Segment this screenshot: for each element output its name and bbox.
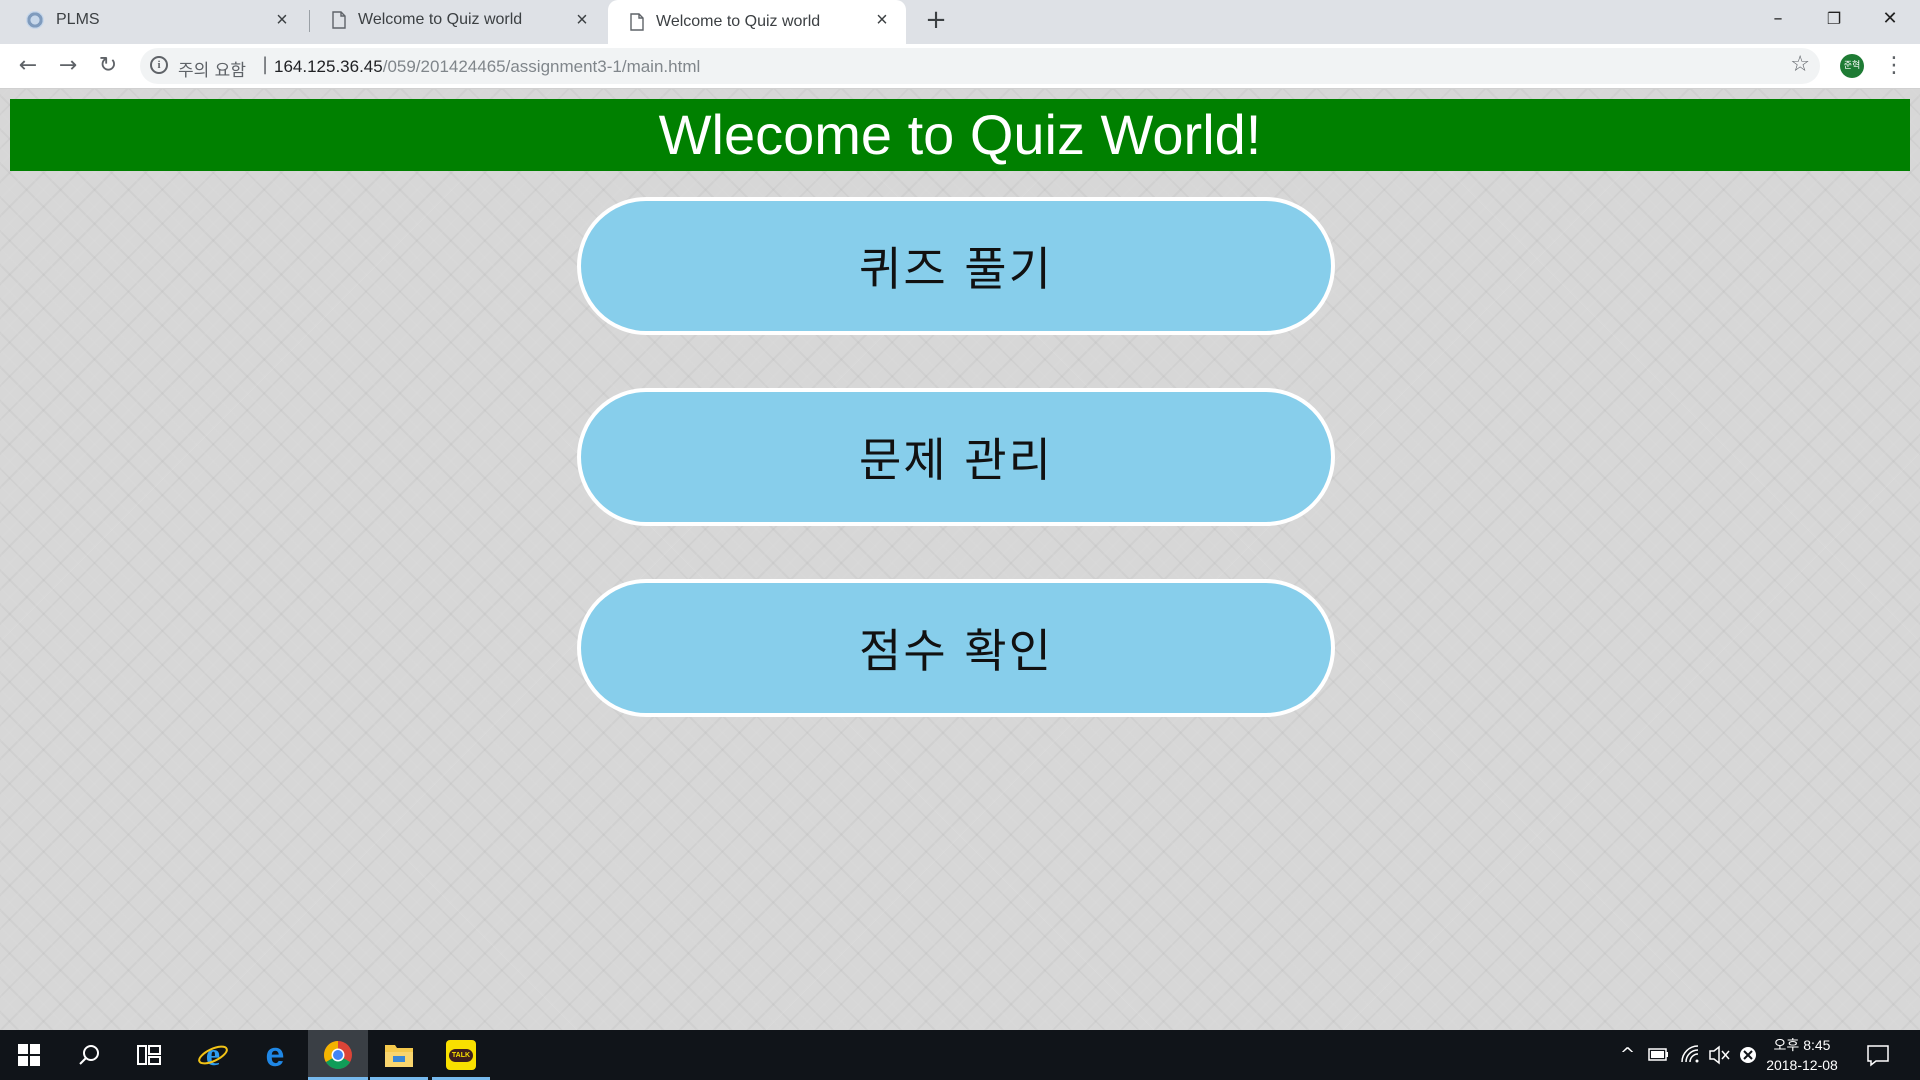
file-explorer-icon[interactable] (370, 1030, 428, 1080)
button-label: 문제 관리 (859, 433, 1053, 487)
browser-toolbar: ← → ↻ i 주의 요함 | 164.125.36.45/059/201424… (0, 44, 1920, 89)
search-icon[interactable] (60, 1030, 118, 1080)
url-text[interactable]: 164.125.36.45/059/201424465/assignment3-… (274, 57, 700, 77)
minimize-button[interactable]: – (1750, 0, 1806, 38)
new-tab-button[interactable]: + (922, 6, 950, 34)
url-path: /059/201424465/assignment3-1/main.html (382, 57, 701, 76)
tab-quiz-world-active[interactable]: Welcome to Quiz world × (608, 0, 906, 44)
reload-button[interactable]: ↻ (94, 52, 122, 80)
page-header: Wlecome to Quiz World! (10, 99, 1910, 171)
plms-logo-icon (26, 11, 44, 29)
document-icon (332, 11, 346, 29)
solve-quiz-button[interactable]: 퀴즈 풀기 (577, 197, 1335, 335)
kakaotalk-label: TALK (448, 1048, 474, 1062)
svg-text:e: e (206, 1039, 220, 1071)
browser-tab-strip: PLMS × Welcome to Quiz world × Welcome t… (0, 0, 1920, 44)
url-host: 164.125.36.45 (274, 57, 383, 76)
check-score-button[interactable]: 점수 확인 (577, 579, 1335, 717)
button-label: 퀴즈 풀기 (859, 242, 1053, 296)
clock-time: 오후 8:45 (1773, 1037, 1831, 1053)
address-bar[interactable]: i 주의 요함 | 164.125.36.45/059/201424465/as… (140, 48, 1820, 84)
start-icon[interactable] (0, 1030, 58, 1080)
kakaotalk-icon[interactable]: TALK (432, 1030, 490, 1080)
volume-muted-icon[interactable] (1708, 1030, 1732, 1080)
forward-button[interactable]: → (54, 52, 82, 80)
page-content: Wlecome to Quiz World! 퀴즈 풀기 문제 관리 점수 확인 (0, 89, 1920, 1030)
bookmark-star-icon[interactable]: ☆ (1790, 52, 1810, 77)
chrome-icon[interactable] (308, 1030, 368, 1080)
page-title: Wlecome to Quiz World! (658, 103, 1262, 166)
edge-icon[interactable]: e (246, 1030, 304, 1080)
document-icon (630, 13, 644, 31)
tab-close-icon[interactable]: × (872, 10, 892, 30)
tab-title: Welcome to Quiz world (358, 11, 523, 28)
tab-close-icon[interactable]: × (272, 10, 292, 30)
profile-avatar[interactable]: 준혁 (1840, 54, 1864, 78)
close-window-button[interactable]: ✕ (1862, 0, 1918, 38)
browser-menu-icon[interactable]: ⋮ (1882, 52, 1906, 80)
manage-questions-button[interactable]: 문제 관리 (577, 388, 1335, 526)
tab-close-icon[interactable]: × (572, 10, 592, 30)
button-label: 점수 확인 (859, 624, 1053, 678)
tab-title: Welcome to Quiz world (656, 13, 821, 30)
taskbar: e e TALK ^ 오후 8:45 2018-12-08 (0, 1030, 1920, 1080)
tray-overflow-chevron-icon[interactable]: ^ (1620, 1030, 1635, 1080)
restore-button[interactable]: ❐ (1806, 0, 1862, 38)
tab-title: PLMS (56, 11, 100, 28)
back-button[interactable]: ← (14, 52, 42, 80)
tab-quiz-world-1[interactable]: Welcome to Quiz world × (310, 0, 606, 40)
action-center-icon[interactable] (1866, 1030, 1890, 1080)
omnibox-separator: | (262, 54, 269, 75)
wifi-icon[interactable] (1680, 1030, 1702, 1080)
taskbar-clock[interactable]: 오후 8:45 2018-12-08 (1762, 1035, 1842, 1075)
network-error-icon[interactable] (1738, 1030, 1758, 1080)
clock-date: 2018-12-08 (1766, 1057, 1838, 1073)
tab-plms[interactable]: PLMS × (0, 0, 306, 40)
site-info-icon[interactable]: i (150, 56, 168, 74)
kakaotalk-badge: TALK (446, 1040, 476, 1070)
battery-icon[interactable] (1648, 1030, 1670, 1080)
task-view-icon[interactable] (120, 1030, 178, 1080)
svg-text:e: e (266, 1040, 285, 1070)
security-warning-label[interactable]: 주의 요함 (178, 56, 246, 81)
internet-explorer-icon[interactable]: e (184, 1030, 242, 1080)
